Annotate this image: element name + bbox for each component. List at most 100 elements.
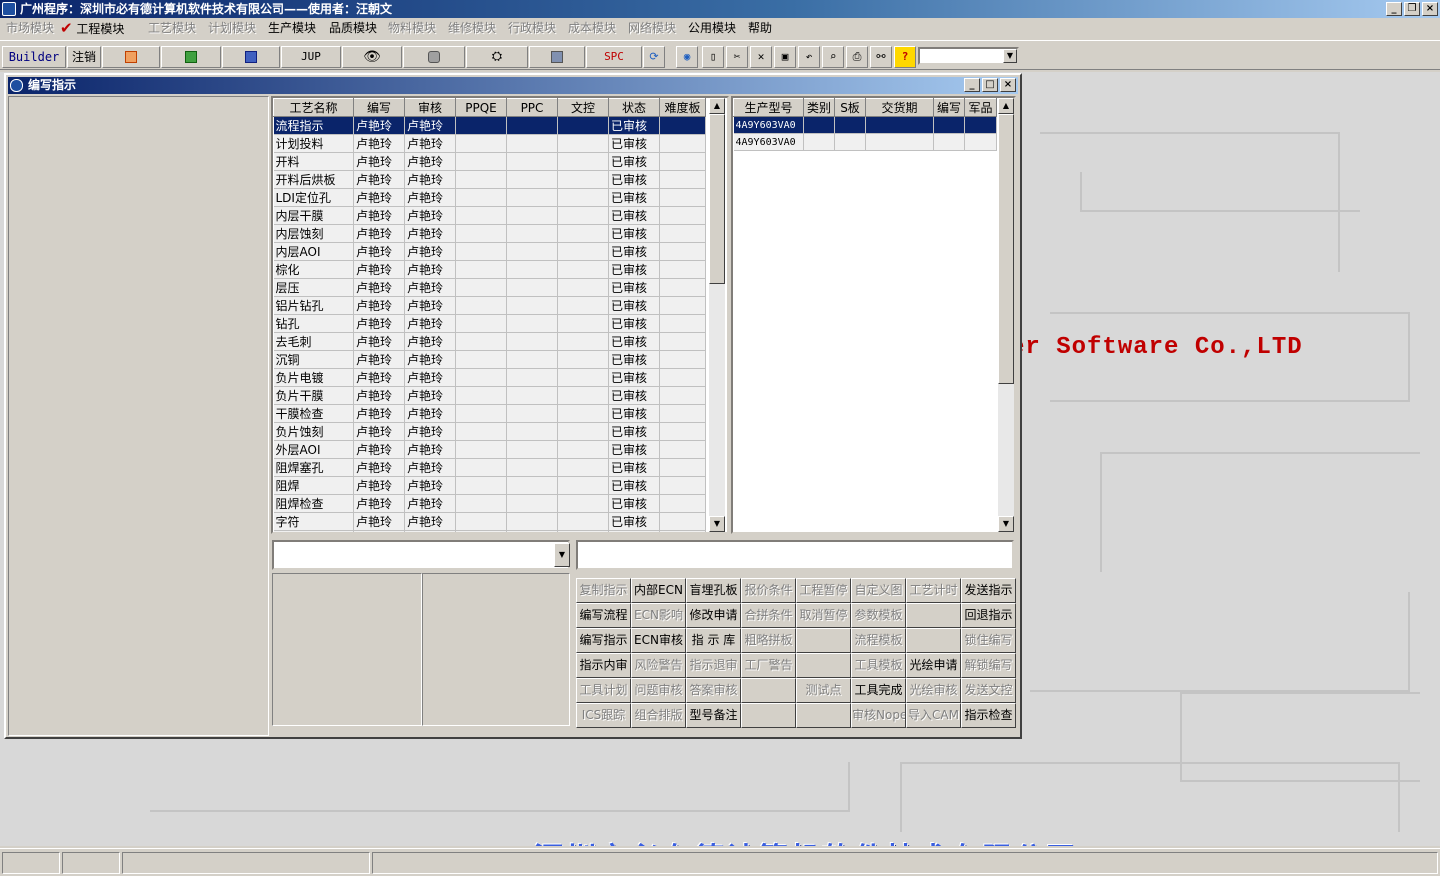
table-cell[interactable] (659, 386, 706, 405)
table-cell[interactable] (659, 332, 706, 351)
action-button[interactable] (906, 603, 961, 628)
scroll-thumb[interactable] (998, 114, 1014, 384)
table-row[interactable]: 阻焊塞孔 卢艳玲 卢艳玲 已审核 (273, 458, 706, 477)
action-button[interactable]: 粗略拼板 (741, 628, 796, 653)
table-cell[interactable]: 内层蚀刻 (273, 224, 354, 243)
table-cell[interactable]: 铝片钻孔 (273, 296, 354, 315)
table-cell[interactable]: 已审核 (608, 134, 660, 153)
table-cell[interactable]: 卢艳玲 (353, 332, 405, 351)
table-cell[interactable] (455, 206, 507, 225)
scroll-up-icon[interactable]: ▲ (998, 98, 1014, 114)
action-button[interactable]: 报价条件 (741, 578, 796, 603)
table-cell[interactable]: 卢艳玲 (404, 296, 456, 315)
globe-button[interactable]: ◉ (676, 46, 698, 68)
table-cell[interactable] (455, 260, 507, 279)
new-button[interactable]: ▯ (702, 46, 724, 68)
table-cell[interactable] (455, 278, 507, 297)
table-cell[interactable]: 已审核 (608, 260, 660, 279)
menu-maintenance[interactable]: 维修模块 (448, 18, 496, 38)
table-cell[interactable]: 已审核 (608, 206, 660, 225)
table-cell[interactable] (557, 458, 609, 477)
model-grid-header[interactable]: 交货期 (865, 98, 934, 117)
table-cell[interactable]: 卢艳玲 (353, 314, 405, 333)
table-row[interactable]: 沉金卢艳玲卢艳玲已审核 (273, 530, 706, 532)
table-cell[interactable]: 卢艳玲 (353, 458, 405, 477)
table-cell[interactable]: 卢艳玲 (404, 242, 456, 261)
table-cell[interactable] (865, 116, 934, 134)
table-row[interactable]: 流程指示 卢艳玲 卢艳玲 已审核 (273, 116, 706, 135)
process-grid-header[interactable]: 审核 (404, 98, 456, 117)
table-cell[interactable] (557, 170, 609, 189)
table-cell[interactable]: 卢艳玲 (353, 530, 405, 532)
table-cell[interactable] (557, 188, 609, 207)
table-cell[interactable]: 内层AOI (273, 242, 354, 261)
cut-button[interactable]: ✂ (726, 46, 748, 68)
table-cell[interactable]: 卢艳玲 (404, 368, 456, 387)
table-cell[interactable] (803, 116, 835, 134)
table-cell[interactable]: 负片干膜 (273, 386, 354, 405)
table-row[interactable]: 开料后烘板 卢艳玲 卢艳玲 已审核 (273, 170, 706, 189)
table-cell[interactable]: 已审核 (608, 512, 660, 531)
table-cell[interactable] (506, 242, 558, 261)
table-cell[interactable]: 已审核 (608, 476, 660, 495)
table-cell[interactable] (455, 116, 507, 135)
table-cell[interactable]: 已审核 (608, 278, 660, 297)
table-cell[interactable] (455, 494, 507, 513)
table-cell[interactable]: LDI定位孔 (273, 188, 354, 207)
table-cell[interactable]: 卢艳玲 (353, 206, 405, 225)
table-cell[interactable] (659, 530, 706, 532)
table-cell[interactable] (557, 350, 609, 369)
table-cell[interactable]: 内层干膜 (273, 206, 354, 225)
table-cell[interactable]: 干膜检查 (273, 404, 354, 423)
action-button[interactable]: 锁住编写 (961, 628, 1016, 653)
table-cell[interactable]: 卢艳玲 (353, 494, 405, 513)
table-cell[interactable] (506, 350, 558, 369)
table-cell[interactable] (455, 458, 507, 477)
menu-cost[interactable]: 成本模块 (568, 18, 616, 38)
action-button[interactable]: 修改申请 (686, 603, 741, 628)
table-cell[interactable] (659, 404, 706, 423)
table-row[interactable]: 负片蚀刻 卢艳玲 卢艳玲 已审核 (273, 422, 706, 441)
table-cell[interactable]: 沉铜 (273, 350, 354, 369)
table-cell[interactable] (557, 530, 609, 532)
table-cell[interactable] (557, 260, 609, 279)
table-cell[interactable]: 已审核 (608, 116, 660, 135)
model-grid-header[interactable]: 类别 (803, 98, 835, 117)
table-cell[interactable]: 棕化 (273, 260, 354, 279)
table-cell[interactable] (659, 260, 706, 279)
table-cell[interactable]: 卢艳玲 (404, 494, 456, 513)
table-cell[interactable] (659, 134, 706, 153)
table-cell[interactable]: 卢艳玲 (353, 152, 405, 171)
table-cell[interactable] (803, 133, 835, 151)
model-grid-scrollbar[interactable]: ▲ ▼ (998, 98, 1014, 532)
scroll-up-icon[interactable]: ▲ (709, 98, 725, 114)
table-cell[interactable] (659, 512, 706, 531)
action-button[interactable]: 组合排版 (631, 703, 686, 728)
table-cell[interactable] (557, 242, 609, 261)
table-cell[interactable] (557, 440, 609, 459)
restore-button[interactable]: ❐ (1404, 2, 1420, 16)
minimize-button[interactable]: _ (1386, 2, 1402, 16)
table-cell[interactable]: 4A9Y603VA0 (733, 116, 804, 134)
table-cell[interactable]: 卢艳玲 (404, 116, 456, 135)
table-cell[interactable] (506, 170, 558, 189)
scroll-thumb[interactable] (709, 114, 725, 284)
table-cell[interactable] (506, 224, 558, 243)
table-cell[interactable]: 卢艳玲 (404, 512, 456, 531)
table-cell[interactable] (557, 116, 609, 135)
menu-admin[interactable]: 行政模块 (508, 18, 556, 38)
table-cell[interactable] (506, 278, 558, 297)
process-grid-header[interactable]: 难度板 (659, 98, 706, 117)
left-tree-panel[interactable] (8, 96, 269, 736)
table-cell[interactable]: 负片电镀 (273, 368, 354, 387)
action-button[interactable]: 指示退审 (686, 653, 741, 678)
table-cell[interactable] (506, 422, 558, 441)
table-cell[interactable]: 已审核 (608, 494, 660, 513)
table-row[interactable]: 沉铜 卢艳玲 卢艳玲 已审核 (273, 350, 706, 369)
menu-engineering[interactable]: ✔ 工程模块 (60, 18, 124, 39)
action-button[interactable]: 流程模板 (851, 628, 906, 653)
table-cell[interactable]: 卢艳玲 (353, 404, 405, 423)
process-grid-header[interactable]: 状态 (608, 98, 660, 117)
table-cell[interactable] (557, 332, 609, 351)
table-cell[interactable] (455, 188, 507, 207)
